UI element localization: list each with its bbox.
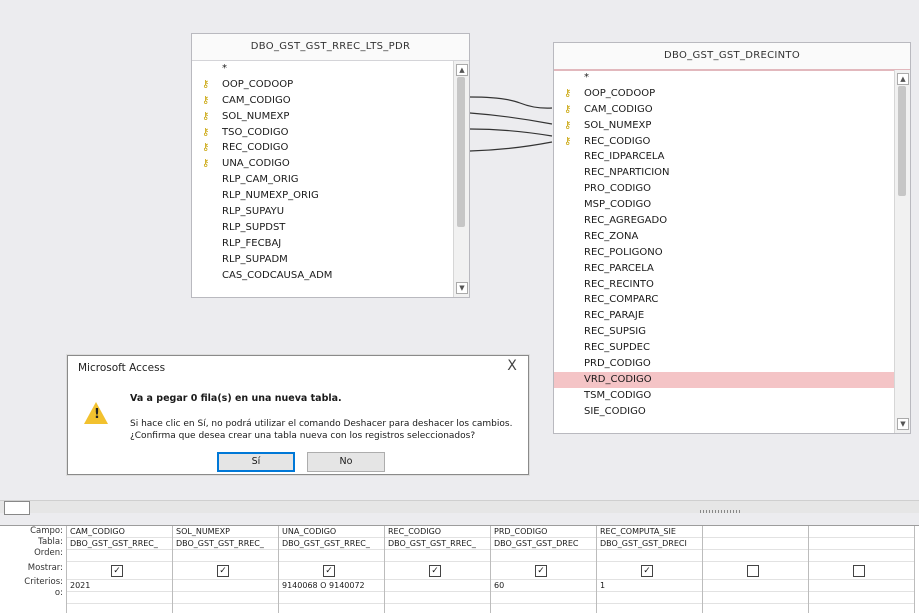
grid-sort-cell[interactable] bbox=[491, 550, 596, 562]
grid-table-cell[interactable]: DBO_GST_GST_DRECI bbox=[597, 538, 702, 550]
grid-row-label: Tabla: bbox=[38, 537, 63, 547]
grid-criteria-cell[interactable]: 60 bbox=[491, 580, 596, 592]
grid-columns: CAM_CODIGO DBO_GST_GST_RREC_ ✓ 2021 SOL_NUME… bbox=[66, 526, 919, 613]
grid-table-cell[interactable]: DBO_GST_GST_DREC bbox=[491, 538, 596, 550]
grid-column[interactable]: PRD_CODIGO DBO_GST_GST_DREC ✓ 60 bbox=[490, 526, 597, 613]
grid-or-cell[interactable] bbox=[385, 592, 490, 604]
grid-show-cell: ✓ bbox=[385, 562, 490, 580]
grid-field-cell[interactable]: UNA_CODIGO bbox=[279, 526, 384, 538]
grid-column[interactable]: REC_CODIGO DBO_GST_GST_RREC_ ✓ bbox=[384, 526, 491, 613]
grid-show-cell bbox=[703, 562, 808, 580]
confirm-dialog: Microsoft Access X ! Va a pegar 0 fila(s… bbox=[67, 355, 529, 475]
grid-or-cell[interactable] bbox=[703, 592, 808, 604]
grid-criteria-cell[interactable] bbox=[809, 580, 914, 592]
dialog-title: Microsoft Access bbox=[78, 362, 166, 374]
grid-column[interactable]: SOL_NUMEXP DBO_GST_GST_RREC_ ✓ bbox=[172, 526, 279, 613]
relationship-canvas: DBO_GST_GST_RREC_LTS_PDR *OOP_CODOOPCAM_… bbox=[0, 0, 919, 500]
grid-sort-cell[interactable] bbox=[279, 550, 384, 562]
grid-row-label: Orden: bbox=[34, 548, 63, 558]
grid-show-cell: ✓ bbox=[597, 562, 702, 580]
grid-sort-cell[interactable] bbox=[703, 550, 808, 562]
grid-table-cell[interactable] bbox=[809, 538, 914, 550]
grid-sort-cell[interactable] bbox=[597, 550, 702, 562]
grid-sort-cell[interactable] bbox=[173, 550, 278, 562]
grid-column[interactable] bbox=[808, 526, 915, 613]
grid-criteria-cell[interactable]: 2021 bbox=[67, 580, 172, 592]
splitter-grip[interactable] bbox=[700, 510, 740, 513]
grid-row-label: Campo: bbox=[30, 526, 63, 536]
join-line-cam bbox=[469, 112, 553, 125]
grid-criteria-cell[interactable] bbox=[385, 580, 490, 592]
grid-table-cell[interactable]: DBO_GST_GST_RREC_ bbox=[385, 538, 490, 550]
checked-checkbox[interactable]: ✓ bbox=[535, 565, 547, 577]
close-icon[interactable]: X bbox=[504, 358, 520, 374]
dialog-message-main: Va a pegar 0 fila(s) en una nueva tabla. bbox=[130, 393, 342, 404]
grid-field-cell[interactable]: SOL_NUMEXP bbox=[173, 526, 278, 538]
grid-column[interactable]: REC_COMPUTA_SIE DBO_GST_GST_DRECI ✓ 1 bbox=[596, 526, 703, 613]
grid-row-label: Criterios: bbox=[24, 577, 63, 587]
unchecked-checkbox[interactable] bbox=[747, 565, 759, 577]
grid-column[interactable] bbox=[702, 526, 809, 613]
grid-show-cell bbox=[809, 562, 914, 580]
grid-sort-cell[interactable] bbox=[385, 550, 490, 562]
grid-criteria-cell[interactable]: 9140068 O 9140072 bbox=[279, 580, 384, 592]
checked-checkbox[interactable]: ✓ bbox=[217, 565, 229, 577]
grid-field-cell[interactable]: PRD_CODIGO bbox=[491, 526, 596, 538]
unchecked-checkbox[interactable] bbox=[853, 565, 865, 577]
grid-sort-cell[interactable] bbox=[809, 550, 914, 562]
warning-icon: ! bbox=[84, 402, 108, 424]
splitter-handle[interactable] bbox=[4, 501, 30, 515]
grid-row-label: o: bbox=[54, 588, 63, 598]
checked-checkbox[interactable]: ✓ bbox=[429, 565, 441, 577]
grid-show-cell: ✓ bbox=[491, 562, 596, 580]
join-line-sol bbox=[469, 128, 553, 137]
grid-table-cell[interactable]: DBO_GST_GST_RREC_ bbox=[173, 538, 278, 550]
grid-column[interactable]: UNA_CODIGO DBO_GST_GST_RREC_ ✓ 9140068 O 91… bbox=[278, 526, 385, 613]
grid-show-cell: ✓ bbox=[173, 562, 278, 580]
yes-button[interactable]: Sí bbox=[217, 452, 295, 472]
grid-table-cell[interactable]: DBO_GST_GST_RREC_ bbox=[67, 538, 172, 550]
join-line-oop bbox=[469, 96, 553, 109]
grid-row-label: Mostrar: bbox=[27, 563, 63, 573]
grid-field-cell[interactable]: CAM_CODIGO bbox=[67, 526, 172, 538]
grid-show-cell: ✓ bbox=[67, 562, 172, 580]
grid-field-cell[interactable] bbox=[703, 526, 808, 538]
grid-field-cell[interactable] bbox=[809, 526, 914, 538]
grid-or-cell[interactable] bbox=[809, 592, 914, 604]
grid-show-cell: ✓ bbox=[279, 562, 384, 580]
checked-checkbox[interactable]: ✓ bbox=[641, 565, 653, 577]
grid-or-cell[interactable] bbox=[597, 592, 702, 604]
grid-row-labels: Campo: Tabla: Orden: Mostrar: Criterios: o: bbox=[0, 526, 66, 599]
grid-table-cell[interactable]: DBO_GST_GST_RREC_ bbox=[279, 538, 384, 550]
grid-or-cell[interactable] bbox=[491, 592, 596, 604]
no-button[interactable]: No bbox=[307, 452, 385, 472]
grid-or-cell[interactable] bbox=[173, 592, 278, 604]
grid-field-cell[interactable]: REC_CODIGO bbox=[385, 526, 490, 538]
grid-sort-cell[interactable] bbox=[67, 550, 172, 562]
query-design-grid: Campo: Tabla: Orden: Mostrar: Criterios: o: C… bbox=[0, 525, 919, 613]
grid-field-cell[interactable]: REC_COMPUTA_SIE bbox=[597, 526, 702, 538]
checked-checkbox[interactable]: ✓ bbox=[111, 565, 123, 577]
checked-checkbox[interactable]: ✓ bbox=[323, 565, 335, 577]
grid-table-cell[interactable] bbox=[703, 538, 808, 550]
grid-or-cell[interactable] bbox=[67, 592, 172, 604]
dialog-message-detail: Si hace clic en Sí, no podrá utilizar el… bbox=[130, 419, 513, 441]
grid-criteria-cell[interactable]: 1 bbox=[597, 580, 702, 592]
pane-splitter[interactable] bbox=[0, 500, 919, 515]
grid-criteria-cell[interactable] bbox=[173, 580, 278, 592]
grid-column[interactable]: CAM_CODIGO DBO_GST_GST_RREC_ ✓ 2021 bbox=[66, 526, 173, 613]
grid-criteria-cell[interactable] bbox=[703, 580, 808, 592]
join-line-rec bbox=[469, 141, 553, 152]
grid-or-cell[interactable] bbox=[279, 592, 384, 604]
